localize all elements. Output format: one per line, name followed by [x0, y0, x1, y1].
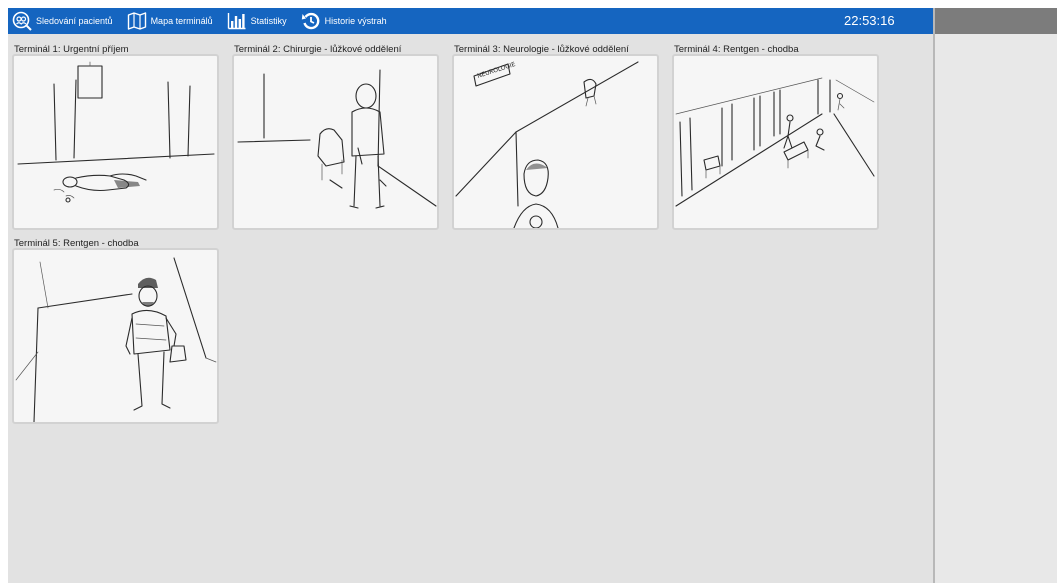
camera-feed: NEUROLOGIE	[452, 54, 659, 230]
terminal-tile[interactable]: Terminál 3: Neurologie - lůžkové oddělen…	[452, 44, 659, 230]
camera-feed	[672, 54, 879, 230]
camera-sketch-room	[17, 61, 215, 203]
nav-terminal-map[interactable]: Mapa terminálů	[127, 11, 213, 31]
camera-feed	[12, 248, 219, 424]
nav-alert-history-label: Historie výstrah	[324, 16, 387, 26]
camera-sketch-bench-person	[237, 69, 437, 209]
side-panel-header	[935, 8, 1057, 34]
nav-patient-tracking[interactable]: Sledování pacientů	[12, 11, 113, 31]
camera-feed	[12, 54, 219, 230]
camera-sketch-long-corridor	[675, 77, 875, 207]
clock: 22:53:16	[844, 13, 895, 28]
terminal-tile[interactable]: Terminál 1: Urgentní příjem	[12, 44, 219, 230]
camera-feed	[232, 54, 439, 230]
terminal-tile[interactable]: Terminál 5: Rentgen - chodba	[12, 238, 219, 424]
terminal-tile[interactable]: Terminál 4: Rentgen - chodba	[672, 44, 879, 230]
app-window: Sledování pacientů Mapa terminálů Statis…	[8, 8, 933, 583]
patient-tracking-icon	[12, 11, 32, 31]
nav-patient-tracking-label: Sledování pacientů	[36, 16, 113, 26]
side-panel	[933, 8, 1057, 583]
nav-statistics[interactable]: Statistiky	[227, 11, 287, 31]
nav-statistics-label: Statistiky	[250, 16, 287, 26]
history-icon	[301, 11, 321, 31]
map-icon	[127, 11, 147, 31]
bar-chart-icon	[227, 11, 247, 31]
terminal-tile[interactable]: Terminál 2: Chirurgie - lůžkové oddělení	[232, 44, 439, 230]
camera-sketch-corridor-head: NEUROLOGIE	[455, 61, 639, 228]
corridor-sign-text: NEUROLOGIE	[476, 61, 516, 80]
nav-alert-history[interactable]: Historie výstrah	[301, 11, 387, 31]
camera-sketch-walking-man	[15, 257, 217, 422]
nav-terminal-map-label: Mapa terminálů	[150, 16, 213, 26]
top-navigation-bar: Sledování pacientů Mapa terminálů Statis…	[8, 8, 933, 34]
